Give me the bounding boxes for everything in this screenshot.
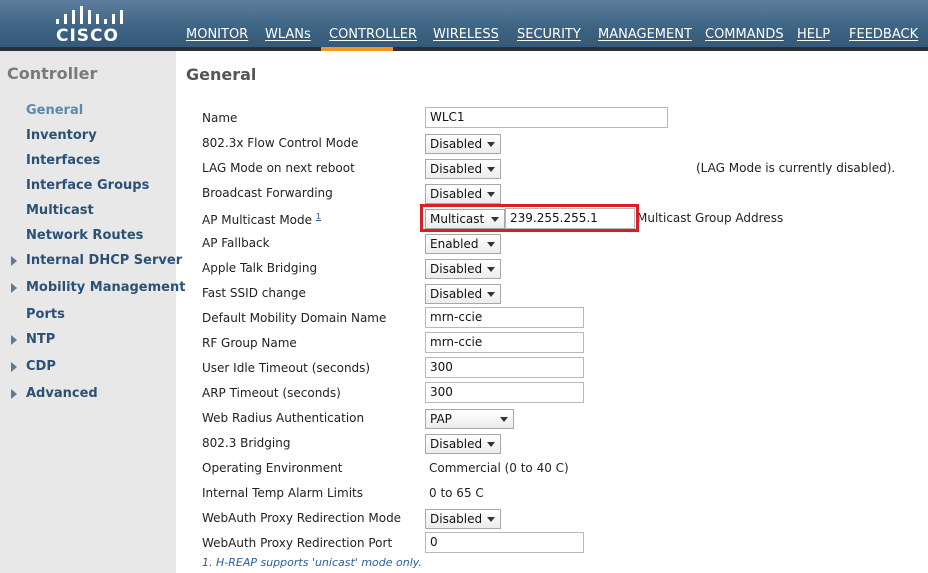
nav-wlans[interactable]: WLANs xyxy=(265,27,311,42)
nav-help[interactable]: HELP xyxy=(797,27,830,42)
sidebar-item-network-routes[interactable]: Network Routes xyxy=(26,228,143,243)
temp-alarm-limits-value: 0 to 65 C xyxy=(429,486,484,500)
expand-arrow-icon[interactable] xyxy=(11,362,17,372)
broadcast-forwarding-label: Broadcast Forwarding xyxy=(202,186,333,200)
top-header: CISCO MONITOR WLANs CONTROLLER WIRELESS … xyxy=(0,0,928,47)
ap-fallback-label: AP Fallback xyxy=(202,236,270,250)
ap-multicast-mode-label: AP Multicast Mode 1 xyxy=(202,212,321,227)
chevron-down-icon xyxy=(487,292,495,297)
sidebar-item-advanced[interactable]: Advanced xyxy=(26,386,98,401)
lag-mode-note: (LAG Mode is currently disabled). xyxy=(696,161,896,175)
sidebar-item-internal-dhcp-server[interactable]: Internal DHCP Server xyxy=(26,253,182,268)
nav-wireless[interactable]: WIRELESS xyxy=(433,27,499,42)
arp-timeout-input[interactable]: 300 xyxy=(425,382,584,403)
sidebar-item-cdp[interactable]: CDP xyxy=(26,359,56,374)
chevron-down-icon xyxy=(487,442,495,447)
nav-commands[interactable]: COMMANDS xyxy=(705,27,784,42)
sidebar: Controller General Inventory Interfaces … xyxy=(0,51,185,573)
flow-control-label: 802.3x Flow Control Mode xyxy=(202,136,359,150)
sidebar-item-mobility-management[interactable]: Mobility Management xyxy=(26,280,185,295)
chevron-down-icon xyxy=(487,517,495,522)
cisco-logo-bars-icon xyxy=(54,6,123,24)
sidebar-item-interfaces[interactable]: Interfaces xyxy=(26,153,100,168)
expand-arrow-icon[interactable] xyxy=(11,389,17,399)
fast-ssid-change-value: Disabled xyxy=(430,287,483,301)
operating-environment-label: Operating Environment xyxy=(202,461,343,475)
flow-control-value: Disabled xyxy=(430,137,483,151)
bridging-8023-select[interactable]: Disabled xyxy=(425,434,501,454)
expand-arrow-icon[interactable] xyxy=(11,256,17,266)
ap-multicast-mode-label-text: AP Multicast Mode xyxy=(202,213,313,227)
nav-feedback[interactable]: FEEDBACK xyxy=(849,27,918,42)
web-radius-auth-label: Web Radius Authentication xyxy=(202,411,365,425)
sidebar-item-ports[interactable]: Ports xyxy=(26,307,65,322)
chevron-down-icon xyxy=(487,167,495,172)
webauth-proxy-mode-select[interactable]: Disabled xyxy=(425,509,501,529)
chevron-down-icon xyxy=(487,242,495,247)
sidebar-title: Controller xyxy=(7,64,98,83)
web-radius-auth-value: PAP xyxy=(430,412,452,426)
broadcast-forwarding-value: Disabled xyxy=(430,187,483,201)
name-label: Name xyxy=(202,111,238,125)
nav-active-indicator xyxy=(321,47,393,51)
web-radius-auth-select[interactable]: PAP xyxy=(425,409,514,429)
highlight-annotation-box xyxy=(420,204,639,232)
operating-environment-value: Commercial (0 to 40 C) xyxy=(429,461,569,475)
sidebar-item-multicast[interactable]: Multicast xyxy=(26,203,94,218)
user-idle-timeout-label: User Idle Timeout (seconds) xyxy=(202,361,371,375)
sidebar-item-ntp[interactable]: NTP xyxy=(26,332,55,347)
cisco-logo: CISCO xyxy=(52,6,124,46)
chevron-down-icon xyxy=(500,417,508,422)
fast-ssid-change-label: Fast SSID change xyxy=(202,286,306,300)
broadcast-forwarding-select[interactable]: Disabled xyxy=(425,184,501,204)
nav-security[interactable]: SECURITY xyxy=(517,27,581,42)
expand-arrow-icon[interactable] xyxy=(11,283,17,293)
temp-alarm-limits-label: Internal Temp Alarm Limits xyxy=(202,486,363,500)
nav-management[interactable]: MANAGEMENT xyxy=(598,27,692,42)
webauth-proxy-mode-value: Disabled xyxy=(430,512,483,526)
lag-mode-value: Disabled xyxy=(430,162,483,176)
nav-controller[interactable]: CONTROLLER xyxy=(329,27,417,42)
sidebar-item-interface-groups[interactable]: Interface Groups xyxy=(26,178,149,193)
webauth-proxy-mode-label: WebAuth Proxy Redirection Mode xyxy=(202,511,402,525)
page-title: General xyxy=(186,65,257,84)
sidebar-item-general[interactable]: General xyxy=(26,103,83,118)
fast-ssid-change-select[interactable]: Disabled xyxy=(425,284,501,304)
apple-talk-bridging-select[interactable]: Disabled xyxy=(425,259,501,279)
nav-monitor[interactable]: MONITOR xyxy=(186,27,248,42)
chevron-down-icon xyxy=(487,192,495,197)
ap-fallback-select[interactable]: Enabled xyxy=(425,234,501,254)
cisco-logo-text: CISCO xyxy=(56,26,119,46)
footnote-ref-link[interactable]: 1 xyxy=(316,212,321,221)
multicast-group-address-label: Multicast Group Address xyxy=(637,211,784,225)
ap-fallback-value: Enabled xyxy=(430,237,479,251)
bridging-8023-value: Disabled xyxy=(430,437,483,451)
name-input[interactable]: WLC1 xyxy=(425,107,668,128)
user-idle-timeout-input[interactable]: 300 xyxy=(425,357,584,378)
lag-mode-label: LAG Mode on next reboot xyxy=(202,161,355,175)
mobility-domain-input[interactable]: mrn-ccie xyxy=(425,307,584,328)
rf-group-name-label: RF Group Name xyxy=(202,336,297,350)
mobility-domain-label: Default Mobility Domain Name xyxy=(202,311,387,325)
flow-control-select[interactable]: Disabled xyxy=(425,134,501,154)
footnote: 1. H-REAP supports 'unicast' mode only. xyxy=(202,556,422,569)
expand-arrow-icon[interactable] xyxy=(11,335,17,345)
arp-timeout-label: ARP Timeout (seconds) xyxy=(202,386,341,400)
bridging-8023-label: 802.3 Bridging xyxy=(202,436,291,450)
chevron-down-icon xyxy=(487,267,495,272)
sidebar-item-inventory[interactable]: Inventory xyxy=(26,128,97,143)
webauth-proxy-port-label: WebAuth Proxy Redirection Port xyxy=(202,536,393,550)
rf-group-name-input[interactable]: mrn-ccie xyxy=(425,332,584,353)
webauth-proxy-port-input[interactable]: 0 xyxy=(425,532,584,553)
lag-mode-select[interactable]: Disabled xyxy=(425,159,501,179)
apple-talk-bridging-value: Disabled xyxy=(430,262,483,276)
apple-talk-bridging-label: Apple Talk Bridging xyxy=(202,261,318,275)
chevron-down-icon xyxy=(487,142,495,147)
